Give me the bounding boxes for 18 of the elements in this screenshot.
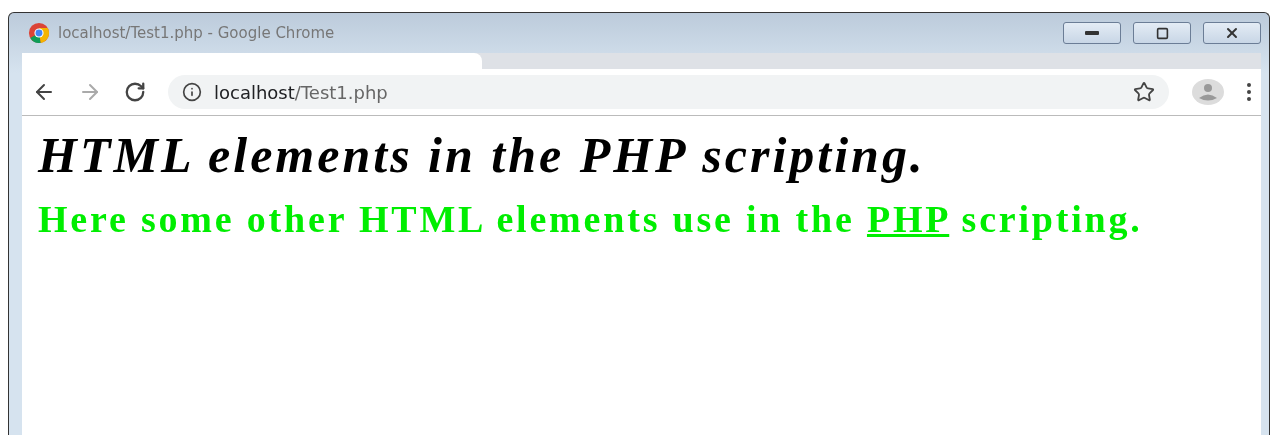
bookmark-star-icon[interactable] — [1133, 81, 1155, 103]
address-bar[interactable]: localhost/Test1.php — [168, 75, 1169, 109]
maximize-button[interactable] — [1133, 22, 1191, 44]
minimize-button[interactable] — [1063, 22, 1121, 44]
maximize-icon — [1155, 26, 1169, 40]
browser-logo-icon — [28, 22, 50, 44]
profile-avatar-icon[interactable] — [1191, 79, 1225, 105]
page-heading: HTML elements in the PHP scripting. — [38, 128, 927, 183]
reload-button[interactable] — [124, 81, 146, 103]
window-title: localhost/Test1.php - Google Chrome — [58, 24, 336, 42]
page-paragraph: Here some other HTML elements use in the PHP scripting. — [38, 197, 1144, 241]
minimize-icon — [1085, 31, 1099, 35]
close-icon — [1224, 25, 1240, 41]
close-button[interactable] — [1203, 22, 1261, 44]
menu-icon — [1247, 83, 1251, 101]
menu-button[interactable] — [1247, 83, 1251, 101]
url-text: localhost/Test1.php — [214, 81, 388, 103]
info-icon — [182, 82, 202, 102]
